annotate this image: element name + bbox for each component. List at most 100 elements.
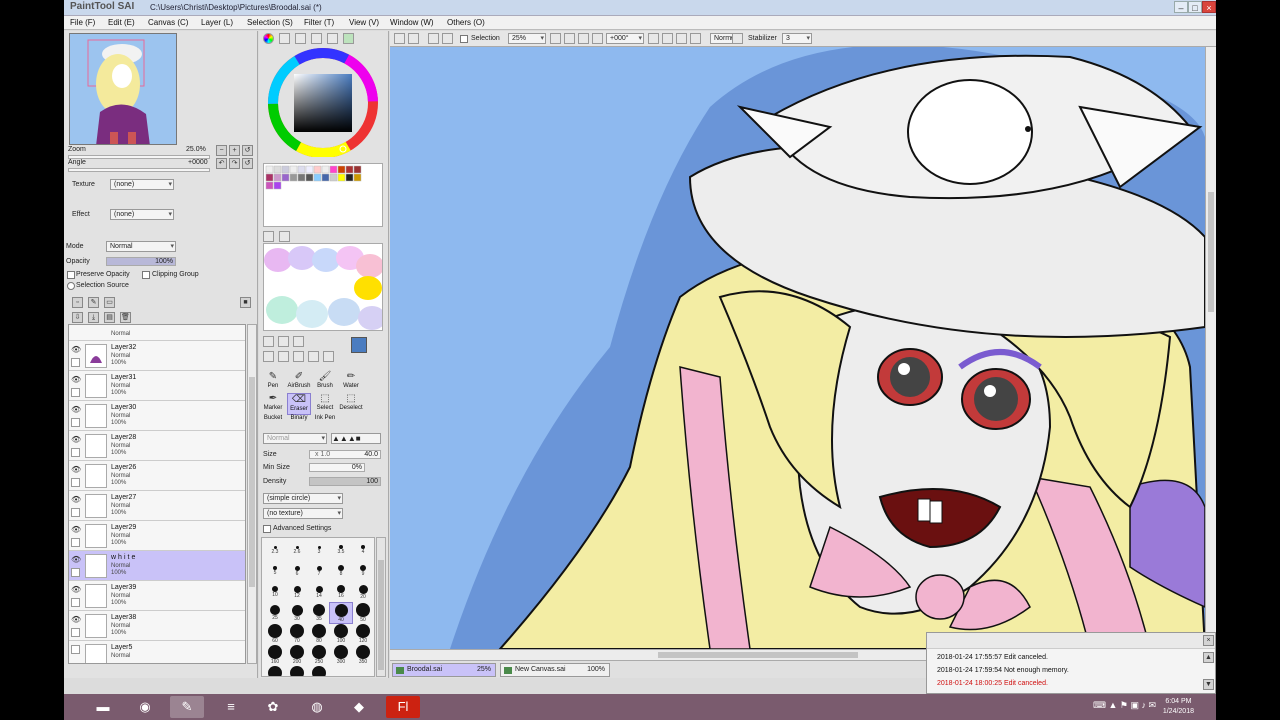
zoom-out-button[interactable]: − [216, 145, 227, 156]
brush-size-preset[interactable]: 70 [286, 624, 308, 644]
opacity-slider[interactable]: 100% [106, 257, 176, 266]
undo-icon[interactable] [394, 33, 405, 44]
rotate-tool-icon[interactable] [293, 351, 304, 362]
brush-texture-dropdown[interactable]: (no texture) [263, 508, 343, 519]
rotate-left-icon[interactable] [648, 33, 659, 44]
layer-row-selected[interactable]: 👁 white Normal 100% [69, 551, 245, 581]
selection-source-checkbox[interactable] [67, 282, 75, 290]
visibility-eye-icon[interactable]: 👁 [71, 345, 81, 354]
scrollbar-thumb[interactable] [249, 377, 255, 587]
effect-dropdown[interactable]: (none) [110, 209, 174, 220]
rotate-left-button[interactable]: ↶ [216, 158, 227, 169]
transfer-down-icon[interactable]: ⇩ [72, 312, 83, 323]
layer-row[interactable]: 👁 Layer29 Normal 100% [69, 521, 245, 551]
lasso-icon[interactable] [278, 336, 289, 347]
rotate-reset-button[interactable]: ↺ [242, 158, 253, 169]
maximize-button[interactable]: □ [1188, 1, 1202, 13]
flip-horizontal-icon[interactable] [690, 33, 701, 44]
brush-size-preset[interactable]: 350 [352, 645, 374, 665]
gradient-slider-mode-icon[interactable] [311, 33, 322, 44]
visibility-eye-icon[interactable]: 👁 [71, 585, 81, 594]
brush-size-preset[interactable]: 3.5 [330, 540, 352, 560]
color-wheel[interactable] [263, 47, 383, 157]
layer-row[interactable]: 👁 Layer32 Normal 100% [69, 341, 245, 371]
visibility-eye-icon[interactable]: 👁 [71, 435, 81, 444]
tool-binary[interactable]: Binary [287, 415, 311, 427]
visibility-eye-icon[interactable]: 👁 [71, 525, 81, 534]
scratchpad-option-icon[interactable] [279, 231, 290, 242]
advanced-settings-checkbox[interactable] [263, 525, 271, 533]
lock-checkbox[interactable] [71, 628, 80, 637]
brush-size-preset[interactable]: 12 [286, 582, 308, 602]
lock-checkbox[interactable] [71, 568, 80, 577]
log-close-icon[interactable]: × [1203, 635, 1214, 646]
tool-bucket[interactable]: Bucket [261, 415, 285, 427]
tool-water[interactable]: ✏ Water [339, 371, 363, 393]
brush-size-preset[interactable]: 300 [330, 645, 352, 665]
brush-size-preset[interactable]: 10 [264, 582, 286, 602]
lock-checkbox[interactable] [71, 478, 80, 487]
brush-size-preset[interactable]: 5 [264, 561, 286, 581]
lock-checkbox[interactable] [71, 418, 80, 427]
rotate-right-button[interactable]: ↷ [229, 158, 240, 169]
layer-row[interactable]: 👁 Layer39 Normal 100% [69, 581, 245, 611]
layer-row[interactable]: 👁 Layer38 Normal 100% [69, 611, 245, 641]
density-slider[interactable]: 100 [309, 477, 381, 486]
scratchpad-mode-icon[interactable] [343, 33, 354, 44]
invert-selection-icon[interactable] [442, 33, 453, 44]
swatch-cells[interactable] [264, 164, 382, 226]
tool-pen[interactable]: ✎ Pen [261, 371, 285, 393]
brush-size-preset[interactable]: 3 [308, 540, 330, 560]
brush-size-preset[interactable]: 9 [352, 561, 374, 581]
hand-tool-icon[interactable] [308, 351, 319, 362]
color-wheel-mode-icon[interactable] [263, 33, 274, 44]
layer-row[interactable]: 👁 Layer31 Normal 100% [69, 371, 245, 401]
flash-icon[interactable]: Fl [386, 696, 420, 718]
visibility-eye-icon[interactable]: 👁 [71, 495, 81, 504]
brush-size-preset[interactable]: 100 [330, 624, 352, 644]
brush-size-preset[interactable]: 8 [330, 561, 352, 581]
tool-brush[interactable]: 🖌 Brush [313, 371, 337, 393]
deselect-all-icon[interactable] [428, 33, 439, 44]
zoom-reset-button[interactable]: ↺ [242, 145, 253, 156]
notepad-icon[interactable]: ◆ [342, 696, 376, 718]
brush-mode-dropdown[interactable]: Normal [263, 433, 327, 444]
brush-size-preset[interactable]: 30 [286, 603, 308, 623]
clipping-group-checkbox[interactable] [142, 271, 150, 279]
lock-checkbox[interactable] [71, 645, 80, 654]
rgb-slider-mode-icon[interactable] [279, 33, 290, 44]
brush-size-preset[interactable]: 80 [308, 624, 330, 644]
magic-wand-icon[interactable] [293, 336, 304, 347]
brush-size-preset[interactable]: 6 [286, 561, 308, 581]
menu-selection[interactable]: Selection (S) [247, 18, 293, 27]
brush-size-preset[interactable]: 500 [286, 666, 308, 676]
brush-size-preset[interactable]: 160 [264, 645, 286, 665]
brush-shape-dropdown[interactable]: (simple circle) [263, 493, 343, 504]
tool-eraser[interactable]: ⌫ Eraser [287, 393, 311, 415]
document-tab[interactable]: New Canvas.sai 100% [500, 663, 610, 677]
canvas-zoom-dropdown[interactable]: 25% [508, 33, 546, 44]
canvas-angle-dropdown[interactable]: +000° [606, 33, 644, 44]
scratchpad-clear-icon[interactable] [263, 231, 274, 242]
layer-list-scrollbar[interactable] [247, 324, 257, 664]
brush-size-preset[interactable]: 200 [286, 645, 308, 665]
brush-size-preset[interactable]: 14 [308, 582, 330, 602]
lock-checkbox[interactable] [71, 538, 80, 547]
mode-toggle-icon[interactable] [732, 33, 743, 44]
move-icon[interactable] [263, 351, 274, 362]
brush-size-preset[interactable]: 40 [329, 602, 353, 624]
visibility-eye-icon[interactable]: 👁 [71, 615, 81, 624]
file-explorer-icon[interactable]: ▬ [86, 696, 120, 718]
minsize-slider[interactable]: 0% [309, 463, 365, 472]
reset-rotation-icon[interactable] [676, 33, 687, 44]
clear-layer-icon[interactable]: ▤ [104, 312, 115, 323]
log-scroll-down-icon[interactable]: ▼ [1203, 679, 1214, 690]
layer-panel-menu-icon[interactable]: ■ [240, 297, 251, 308]
visibility-eye-icon[interactable]: 👁 [71, 375, 81, 384]
scratchpad[interactable] [263, 243, 383, 331]
lock-checkbox[interactable] [71, 448, 80, 457]
eyedropper-icon[interactable] [323, 351, 334, 362]
delete-layer-icon[interactable]: 🗑 [120, 312, 131, 323]
scrollbar-thumb[interactable] [1208, 192, 1214, 312]
lock-checkbox[interactable] [71, 508, 80, 517]
